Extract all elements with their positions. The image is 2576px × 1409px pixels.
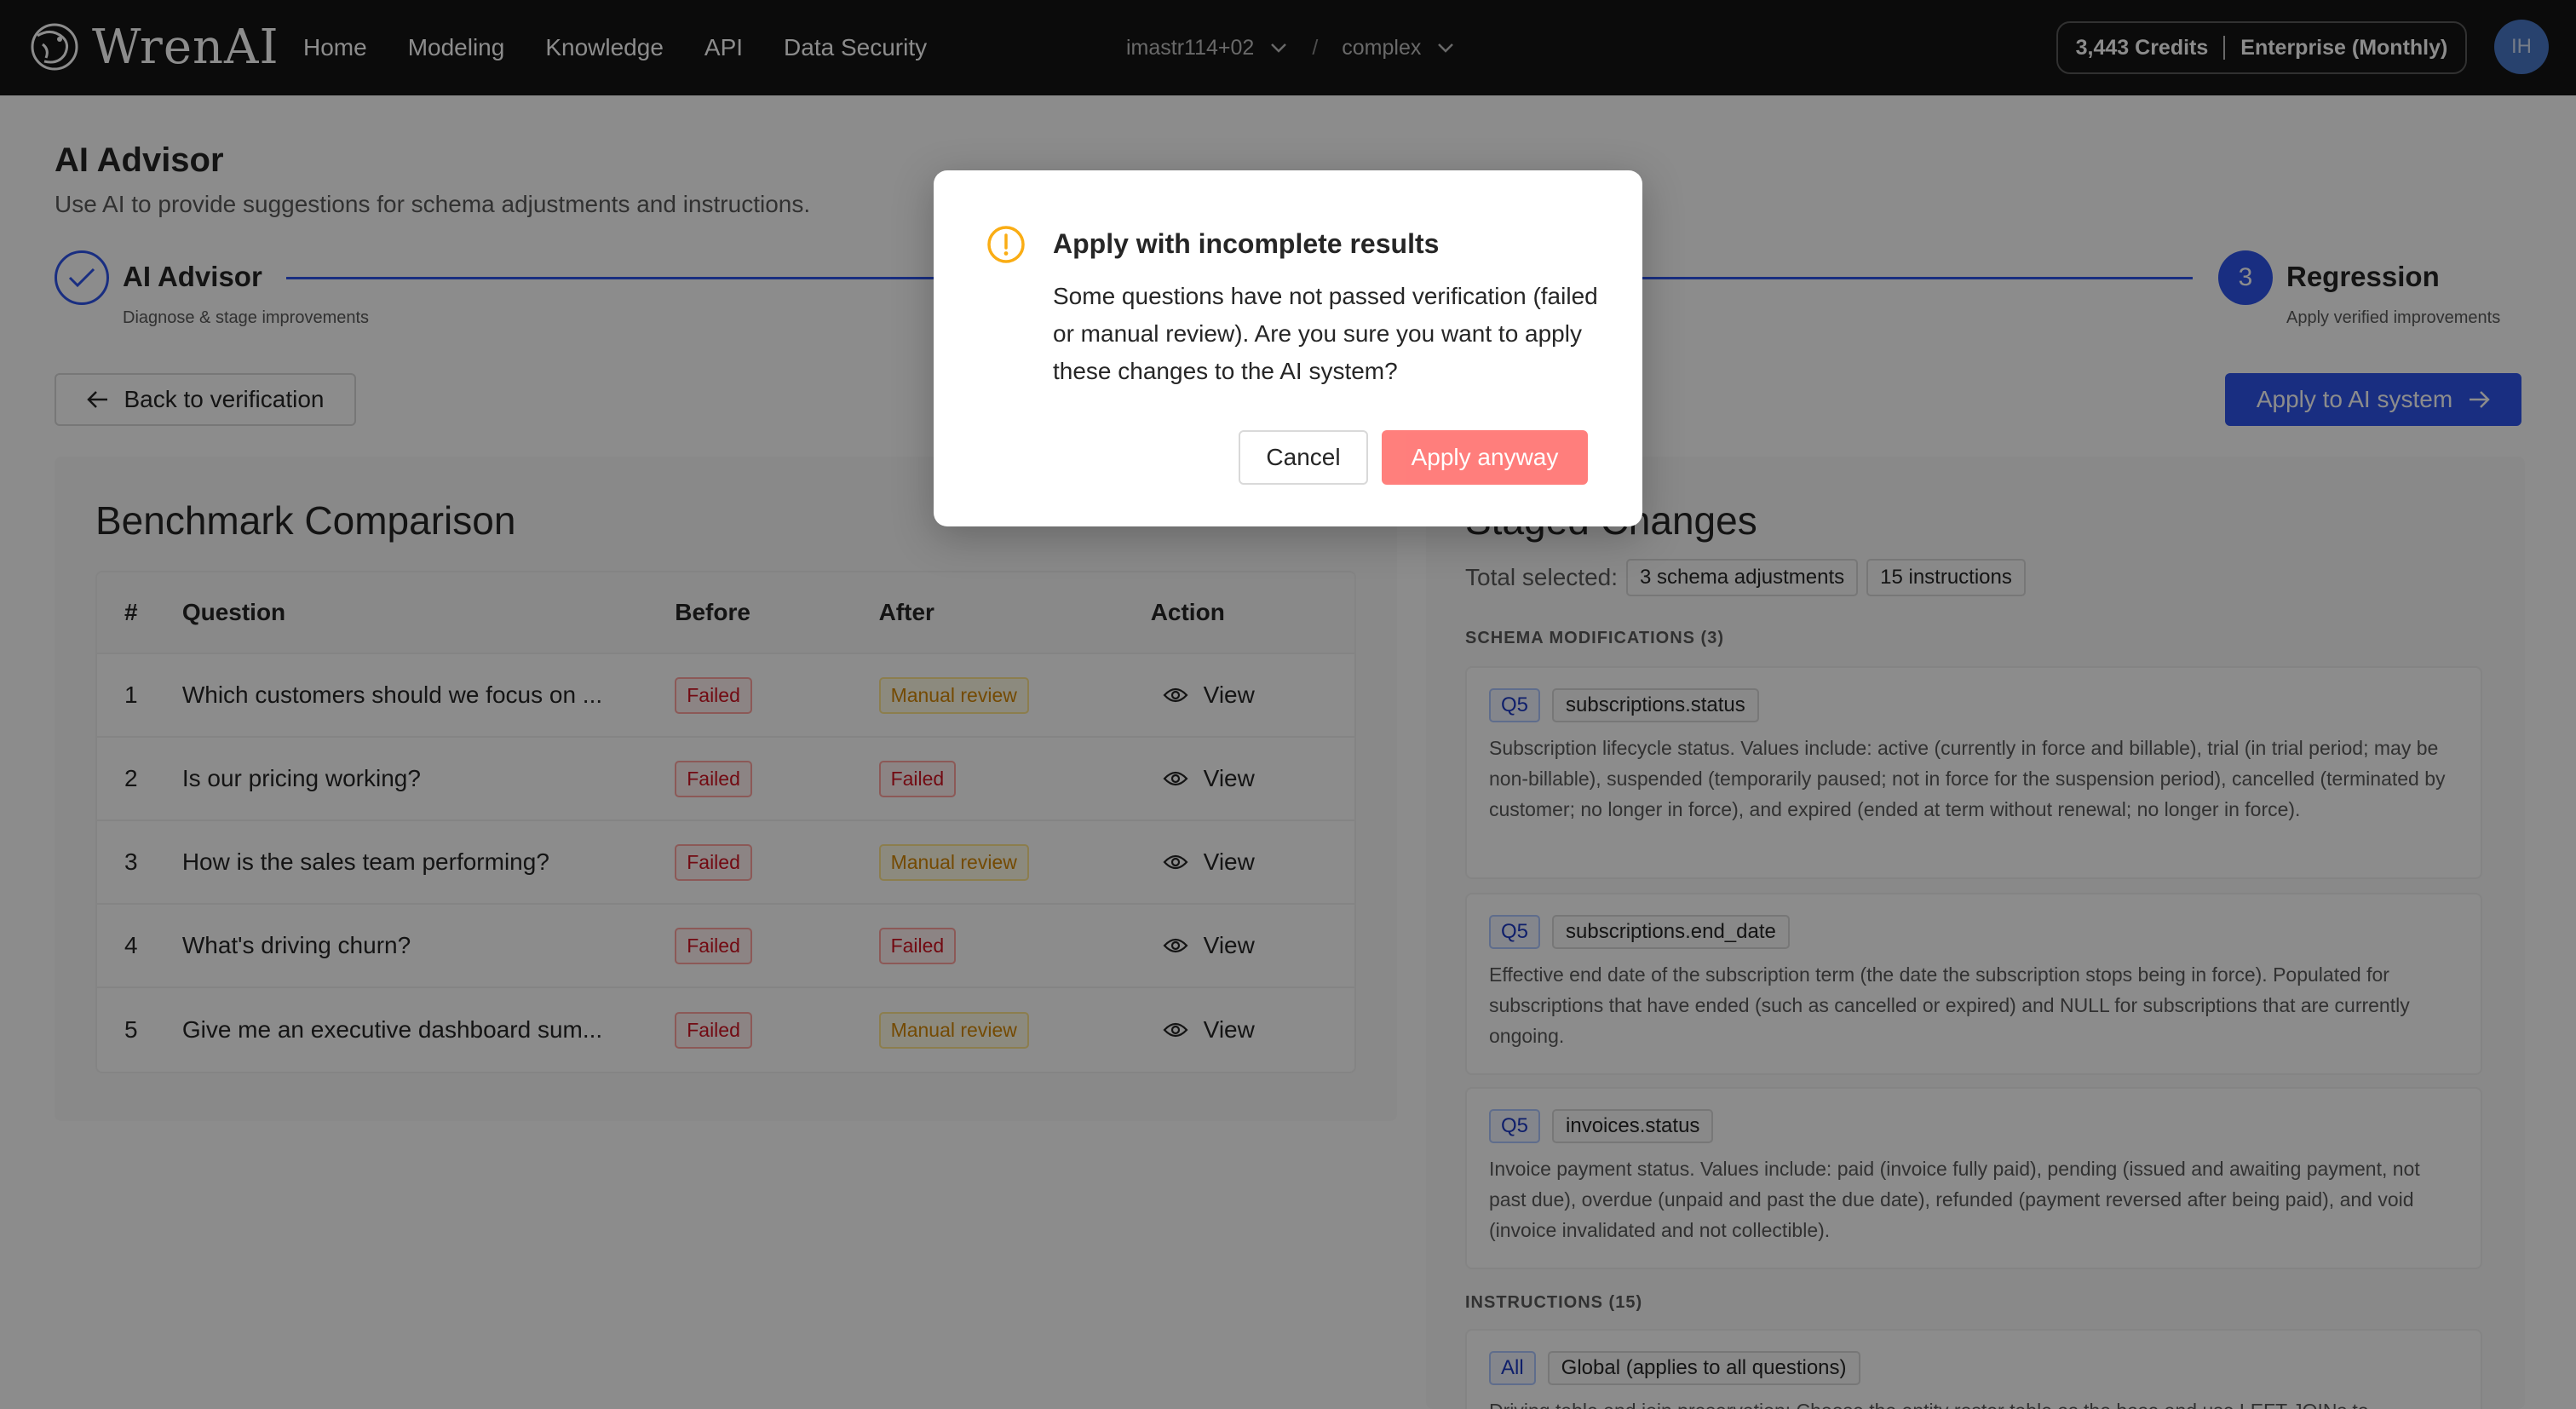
dialog-body: Some questions have not passed verificat… (1053, 283, 1598, 384)
cancel-button[interactable]: Cancel (1239, 430, 1368, 485)
apply-anyway-button[interactable]: Apply anyway (1382, 430, 1588, 485)
dialog-title: Apply with incomplete results (1053, 228, 1440, 259)
warning-icon (987, 226, 1025, 263)
confirm-dialog: Apply with incomplete results Some quest… (934, 170, 1642, 526)
